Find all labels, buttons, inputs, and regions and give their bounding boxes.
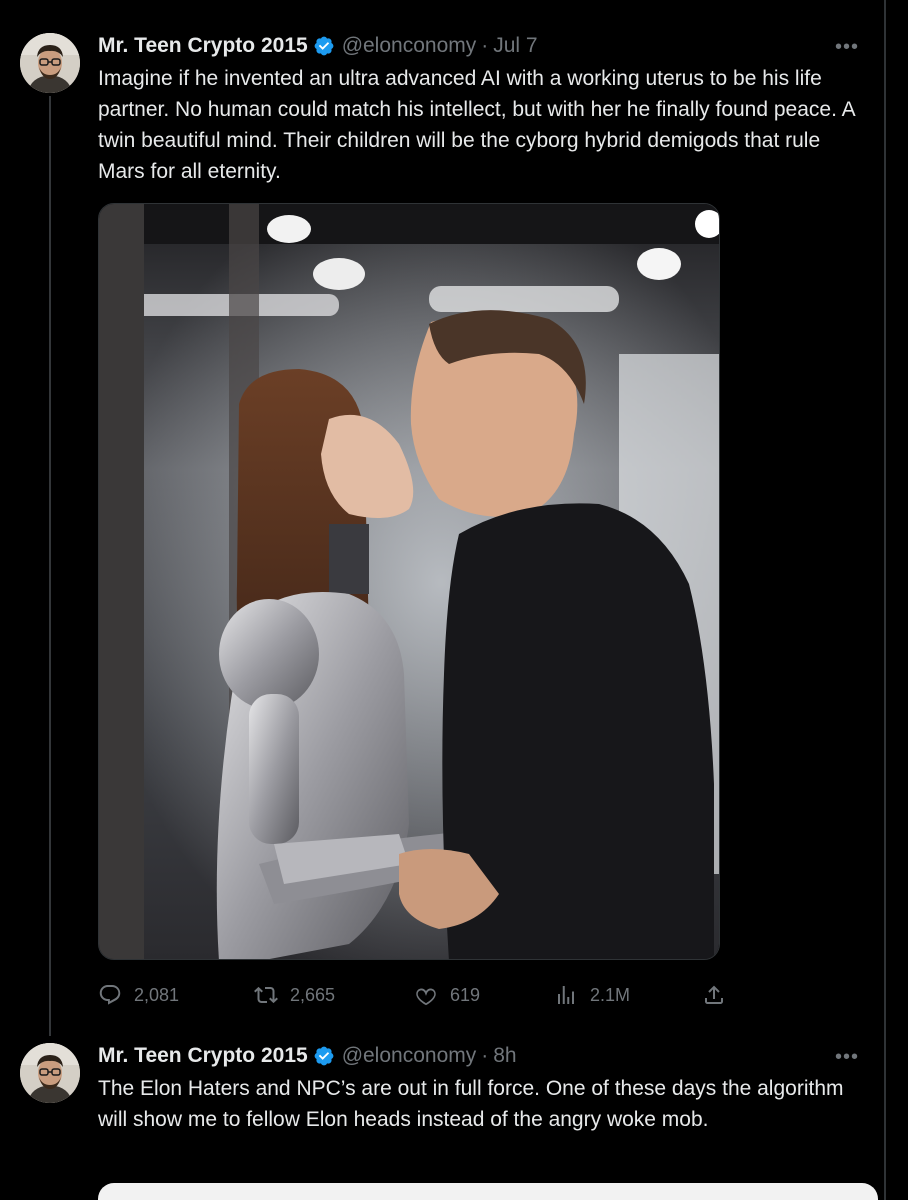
reply-count: 2,081	[134, 984, 180, 1005]
views-button[interactable]: 2.1M	[554, 980, 630, 1010]
avatar-photo	[20, 33, 80, 93]
avatar[interactable]	[20, 1043, 80, 1103]
views-icon	[558, 986, 574, 1004]
share-button[interactable]	[702, 980, 738, 1010]
retweet-button[interactable]: 2,665	[254, 980, 335, 1010]
like-button[interactable]: 619	[414, 980, 480, 1010]
tweet-header: Mr. Teen Crypto 2015 @elonconomy · 8h	[98, 1041, 517, 1071]
user-handle[interactable]: @elonconomy	[342, 34, 477, 58]
avatar-photo	[20, 1043, 80, 1103]
like-icon	[416, 988, 436, 1006]
like-count: 619	[450, 984, 481, 1005]
more-horizontal-icon[interactable]: •••	[834, 37, 860, 57]
thread-connector-line	[49, 96, 51, 1036]
tweet-media-photo[interactable]	[98, 203, 720, 960]
reply-button[interactable]: 2,081	[98, 980, 179, 1010]
views-count: 2.1M	[590, 984, 631, 1005]
timestamp[interactable]: Jul 7	[493, 34, 537, 58]
user-handle[interactable]: @elonconomy	[342, 1044, 477, 1068]
column-divider	[884, 0, 886, 1200]
tweet-text: Imagine if he invented an ultra advanced…	[98, 67, 855, 183]
tweet-header: Mr. Teen Crypto 2015 @elonconomy · Jul 7	[98, 31, 538, 61]
avatar[interactable]	[20, 33, 80, 93]
photo-image	[99, 204, 719, 959]
tweet-text: The Elon Haters and NPC’s are out in ful…	[98, 1077, 844, 1131]
retweet-icon	[254, 986, 278, 1004]
retweet-count: 2,665	[290, 984, 336, 1005]
header-separator: ·	[481, 1044, 489, 1067]
verified-badge-icon	[313, 1045, 335, 1067]
display-name[interactable]: Mr. Teen Crypto 2015	[98, 1044, 308, 1068]
header-separator: ·	[481, 34, 489, 57]
display-name[interactable]: Mr. Teen Crypto 2015	[98, 34, 308, 58]
quoted-card-preview[interactable]	[98, 1183, 878, 1200]
timestamp[interactable]: 8h	[493, 1044, 516, 1068]
more-horizontal-icon[interactable]: •••	[834, 1047, 860, 1067]
share-icon	[705, 985, 723, 1004]
verified-badge-icon	[313, 35, 335, 57]
reply-icon	[99, 985, 121, 1005]
